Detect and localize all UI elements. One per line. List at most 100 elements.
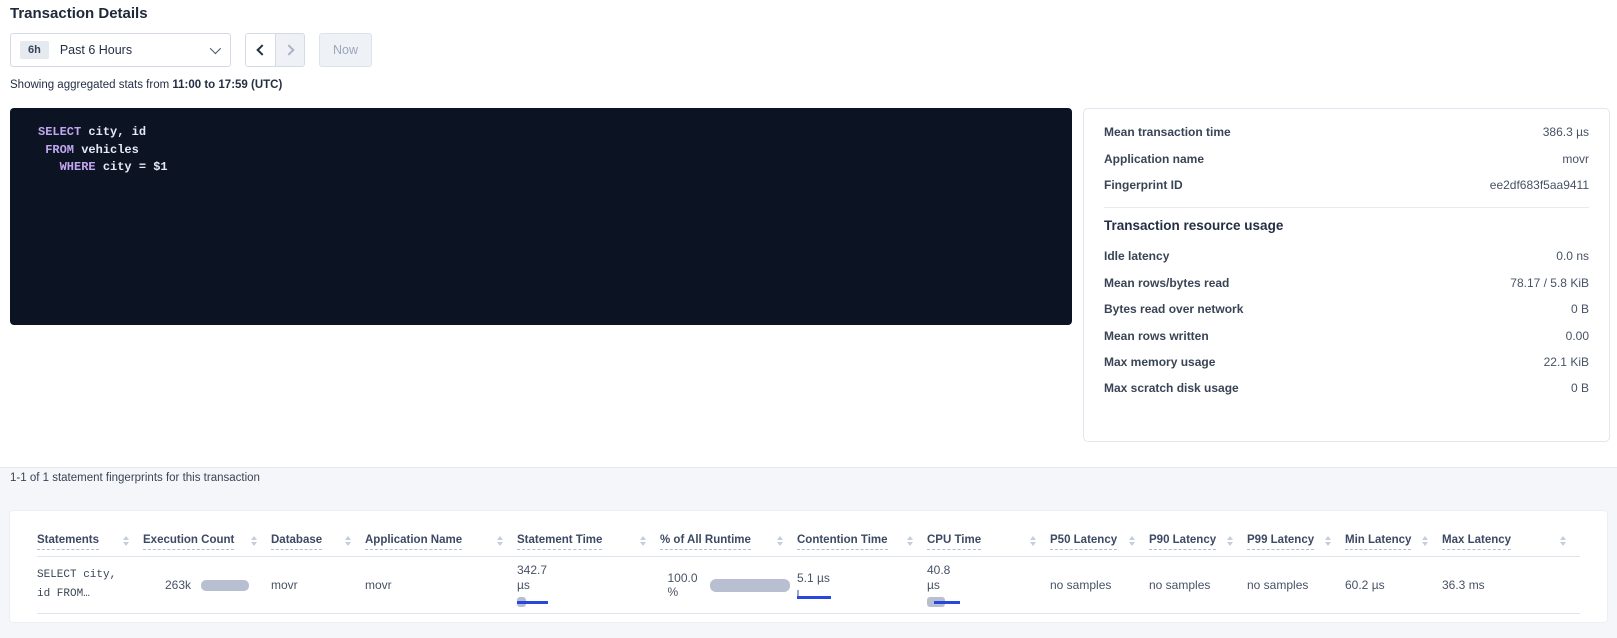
- sort-icon[interactable]: [497, 536, 503, 549]
- sort-icon[interactable]: [640, 536, 646, 549]
- runtime-pct-value: 100.0: [667, 571, 697, 586]
- sql-keyword: SELECT: [38, 125, 81, 139]
- contention-time-value: 5.1 µs: [797, 571, 830, 585]
- statement-text-line: SELECT city,: [37, 566, 116, 585]
- resource-value: 0 B: [1571, 302, 1589, 316]
- column-header-cpu-time[interactable]: CPU Time: [927, 534, 1050, 556]
- column-header-execution-count[interactable]: Execution Count: [143, 534, 271, 556]
- column-header-p50-latency[interactable]: P50 Latency: [1050, 534, 1149, 556]
- statement-time-unit: µs: [517, 578, 530, 593]
- cell-cpu-time: 40.8 µs: [927, 557, 1050, 613]
- column-header-label: Contention Time: [797, 534, 888, 550]
- sql-keyword: WHERE: [60, 160, 96, 174]
- statements-table-header: Statements Execution CountDatabase Applica…: [37, 511, 1580, 557]
- max-latency-value: 36.3 ms: [1442, 578, 1485, 592]
- contention-time-bar: [797, 590, 833, 600]
- p99-latency-value: no samples: [1247, 578, 1308, 592]
- cell-runtime-pct: 100.0 %: [660, 557, 797, 613]
- column-header-label: P90 Latency: [1149, 534, 1216, 550]
- min-latency-value: 60.2 µs: [1345, 578, 1385, 592]
- sort-icon[interactable]: [123, 536, 129, 549]
- resource-label: Idle latency: [1104, 249, 1169, 263]
- column-header-p90-latency[interactable]: P90 Latency: [1149, 534, 1247, 556]
- sql-line: FROM vehicles: [38, 143, 139, 157]
- p90-latency-value: no samples: [1149, 578, 1210, 592]
- column-header-label: Statements: [37, 534, 99, 550]
- summary-row-mean-transaction-time: Mean transaction time 386.3 µs: [1104, 119, 1589, 145]
- column-header-label: P99 Latency: [1247, 534, 1314, 550]
- column-header-statement-time[interactable]: Statement Time: [517, 534, 660, 556]
- time-range-label: Past 6 Hours: [60, 43, 210, 57]
- summary-divider: [1104, 207, 1589, 208]
- aggregated-stats-caption: Showing aggregated stats from 11:00 to 1…: [10, 79, 282, 91]
- statements-count-caption: 1-1 of 1 statement fingerprints for this…: [10, 472, 260, 484]
- chevron-right-icon: [283, 44, 294, 55]
- sort-icon[interactable]: [1030, 536, 1036, 549]
- execution-count-bar: [201, 580, 249, 591]
- resource-label: Mean rows/bytes read: [1104, 276, 1229, 290]
- sort-icon[interactable]: [1422, 536, 1428, 549]
- database-value: movr: [271, 578, 298, 592]
- sort-icon[interactable]: [1129, 536, 1135, 549]
- p50-latency-value: no samples: [1050, 578, 1111, 592]
- column-header-label: Application Name: [365, 534, 462, 550]
- column-header-application-name[interactable]: Application Name: [365, 534, 517, 556]
- resource-row-max-memory-usage: Max memory usage 22.1 KiB: [1104, 349, 1589, 375]
- column-header-label: Max Latency: [1442, 534, 1511, 550]
- column-header-min-latency[interactable]: Min Latency: [1345, 534, 1442, 556]
- cell-statement[interactable]: SELECT city, id FROM…: [37, 557, 143, 613]
- chevron-left-icon: [256, 44, 267, 55]
- summary-label: Fingerprint ID: [1104, 178, 1183, 192]
- column-header-label: P50 Latency: [1050, 534, 1117, 550]
- sort-icon[interactable]: [345, 536, 351, 549]
- summary-value: movr: [1562, 152, 1589, 166]
- cell-execution-count: 263k: [143, 557, 271, 613]
- resource-row-max-scratch-disk-usage: Max scratch disk usage 0 B: [1104, 375, 1589, 401]
- column-header-contention-time[interactable]: Contention Time: [797, 534, 927, 556]
- resource-label: Mean rows written: [1104, 329, 1209, 343]
- previous-interval-button[interactable]: [246, 34, 275, 66]
- sort-icon[interactable]: [1560, 536, 1566, 549]
- column-header-label: % of All Runtime: [660, 534, 751, 550]
- next-interval-button[interactable]: [275, 34, 304, 66]
- resource-row-bytes-read-over-network: Bytes read over network 0 B: [1104, 296, 1589, 322]
- column-header-label: CPU Time: [927, 534, 981, 550]
- resource-label: Max memory usage: [1104, 355, 1215, 369]
- summary-label: Application name: [1104, 152, 1204, 166]
- column-header-database[interactable]: Database: [271, 534, 365, 556]
- sort-icon[interactable]: [1227, 536, 1233, 549]
- resource-row-mean-rows-written: Mean rows written 0.00: [1104, 322, 1589, 348]
- statement-row: SELECT city, id FROM… 263k movr movr 342…: [37, 557, 1580, 614]
- application-name-value: movr: [365, 578, 392, 592]
- now-button[interactable]: Now: [319, 33, 372, 67]
- resource-row-idle-latency: Idle latency 0.0 ns: [1104, 243, 1589, 269]
- resource-label: Bytes read over network: [1104, 302, 1243, 316]
- transaction-sql-statement: SELECT city, id FROM vehicles WHERE city…: [10, 108, 1072, 325]
- sort-icon[interactable]: [251, 536, 257, 549]
- cpu-time-bar: [927, 597, 967, 607]
- cell-p50-latency: no samples: [1050, 557, 1149, 613]
- resource-value: 0 B: [1571, 381, 1589, 395]
- sql-keyword: FROM: [45, 143, 74, 157]
- page-title: Transaction Details: [10, 5, 148, 22]
- transaction-summary-card: Mean transaction time 386.3 µs Applicati…: [1083, 108, 1610, 442]
- column-header-label: Database: [271, 534, 322, 550]
- summary-row-fingerprint-id: Fingerprint ID ee2df683f5aa9411: [1104, 172, 1589, 198]
- sort-icon[interactable]: [907, 536, 913, 549]
- cell-database: movr: [271, 557, 365, 613]
- execution-count-value: 263k: [165, 578, 191, 592]
- cell-p99-latency: no samples: [1247, 557, 1345, 613]
- column-header-p99-latency[interactable]: P99 Latency: [1247, 534, 1345, 556]
- resource-row-mean-rows-bytes-read: Mean rows/bytes read 78.17 / 5.8 KiB: [1104, 270, 1589, 296]
- statement-time-value: 342.7: [517, 563, 547, 578]
- column-header--of-all-runtime[interactable]: % of All Runtime: [660, 534, 797, 556]
- sort-icon[interactable]: [777, 536, 783, 549]
- column-header-statements[interactable]: Statements: [37, 534, 143, 556]
- resource-value: 0.0 ns: [1556, 249, 1589, 263]
- time-range-badge: 6h: [20, 41, 49, 59]
- sort-icon[interactable]: [1325, 536, 1331, 549]
- column-header-max-latency[interactable]: Max Latency: [1442, 534, 1580, 556]
- time-range-dropdown[interactable]: 6h Past 6 Hours: [10, 33, 231, 67]
- cell-min-latency: 60.2 µs: [1345, 557, 1442, 613]
- caption-prefix: Showing aggregated stats from: [10, 79, 172, 91]
